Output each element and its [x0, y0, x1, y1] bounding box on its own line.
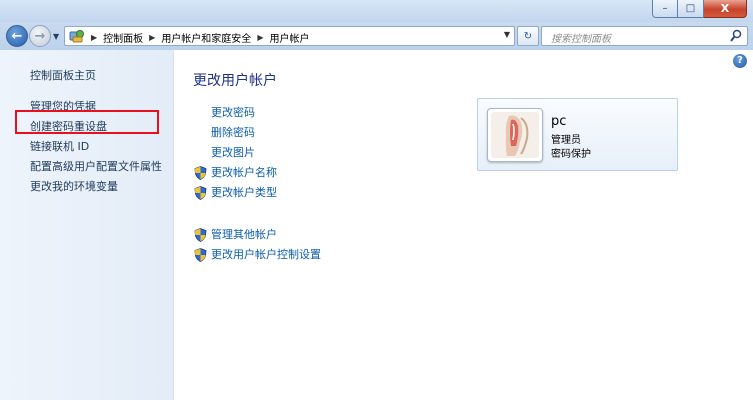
- password-status: 密码保护: [551, 149, 591, 160]
- change-account-type-label: 更改帐户类型: [211, 186, 277, 199]
- uac-shield-icon: [194, 166, 207, 180]
- uac-shield-icon: [194, 248, 207, 262]
- change-password-link[interactable]: 更改密码: [194, 103, 321, 123]
- breadcrumb-separator-icon[interactable]: ▶: [91, 33, 97, 42]
- recent-pages-dropdown-icon[interactable]: ▼: [53, 32, 59, 41]
- manage-other-accounts-link[interactable]: 管理其他帐户: [194, 225, 321, 245]
- caption-buttons: – □ X: [652, 0, 747, 18]
- change-environment-variables-link[interactable]: 更改我的环境变量: [30, 177, 162, 197]
- link-online-id-link[interactable]: 链接联机 ID: [30, 137, 162, 157]
- account-role: 管理员: [551, 135, 581, 146]
- title-bar: – □ X: [0, 0, 753, 22]
- change-account-type-link[interactable]: 更改帐户类型: [194, 183, 321, 203]
- close-button[interactable]: X: [704, 0, 747, 18]
- user-picture-icon: [491, 112, 539, 158]
- search-box[interactable]: 搜索控制面板: [541, 26, 748, 46]
- back-arrow-icon: ←: [11, 28, 23, 44]
- advanced-profile-properties-link[interactable]: 配置高级用户配置文件属性: [30, 157, 162, 177]
- refresh-button[interactable]: ↻: [517, 26, 539, 46]
- left-navigation-pane: 控制面板主页 管理您的凭据 创建密码重设盘 链接联机 ID 配置高级用户配置文件…: [0, 50, 174, 400]
- account-name: pc: [551, 114, 567, 129]
- refresh-icon: ↻: [523, 30, 533, 42]
- main-content: 更改用户帐户 ? 更改密码 删除密码 更改图片 更改帐户名称 更改帐户类型 管理…: [174, 50, 753, 400]
- maximize-button[interactable]: □: [678, 0, 704, 18]
- forward-button[interactable]: →: [29, 25, 51, 47]
- account-task-list: 更改密码 删除密码 更改图片 更改帐户名称 更改帐户类型 管理其他帐户 更改用户…: [194, 103, 321, 265]
- minimize-button[interactable]: –: [652, 0, 678, 18]
- help-icon[interactable]: ?: [733, 54, 747, 68]
- maximize-icon: □: [685, 3, 696, 14]
- back-button[interactable]: ←: [6, 25, 28, 47]
- breadcrumb-separator-icon[interactable]: ▶: [257, 33, 263, 42]
- address-dropdown-icon[interactable]: ▼: [504, 30, 510, 39]
- change-account-name-label: 更改帐户名称: [211, 166, 277, 179]
- breadcrumb: ▶ 控制面板 ▶ 用户帐户和家庭安全 ▶ 用户帐户: [85, 30, 309, 45]
- task-group-spacer: [194, 203, 321, 225]
- breadcrumb-user-accounts-family[interactable]: 用户帐户和家庭安全: [161, 30, 251, 45]
- close-icon: X: [720, 2, 730, 15]
- manage-other-accounts-label: 管理其他帐户: [211, 228, 277, 241]
- uac-settings-link[interactable]: 更改用户帐户控制设置: [194, 245, 321, 265]
- uac-shield-icon: [194, 186, 207, 200]
- control-panel-home-link[interactable]: 控制面板主页: [30, 67, 96, 83]
- change-picture-link[interactable]: 更改图片: [194, 143, 321, 163]
- forward-arrow-icon: →: [34, 28, 46, 44]
- search-input[interactable]: 搜索控制面板: [551, 30, 611, 45]
- uac-shield-icon: [194, 228, 207, 242]
- breadcrumb-user-accounts[interactable]: 用户帐户: [269, 30, 309, 45]
- search-icon[interactable]: [730, 29, 742, 43]
- address-bar[interactable]: ▶ 控制面板 ▶ 用户帐户和家庭安全 ▶ 用户帐户 ▼: [64, 26, 515, 46]
- page-title: 更改用户帐户: [193, 73, 277, 89]
- red-highlight-box: [15, 110, 159, 134]
- avatar[interactable]: [487, 108, 543, 162]
- minimize-icon: –: [662, 3, 668, 14]
- remove-password-link[interactable]: 删除密码: [194, 123, 321, 143]
- change-account-name-link[interactable]: 更改帐户名称: [194, 163, 321, 183]
- breadcrumb-control-panel[interactable]: 控制面板: [103, 30, 143, 45]
- breadcrumb-separator-icon[interactable]: ▶: [149, 33, 155, 42]
- control-panel-icon: [69, 30, 84, 43]
- uac-settings-label: 更改用户帐户控制设置: [211, 248, 321, 261]
- navigation-bar: ← → ▼ ▶ 控制面板 ▶ 用户帐户和家庭安全 ▶ 用户帐户 ▼ ↻ 搜索控制…: [0, 22, 753, 50]
- account-card: pc 管理员 密码保护: [477, 98, 678, 171]
